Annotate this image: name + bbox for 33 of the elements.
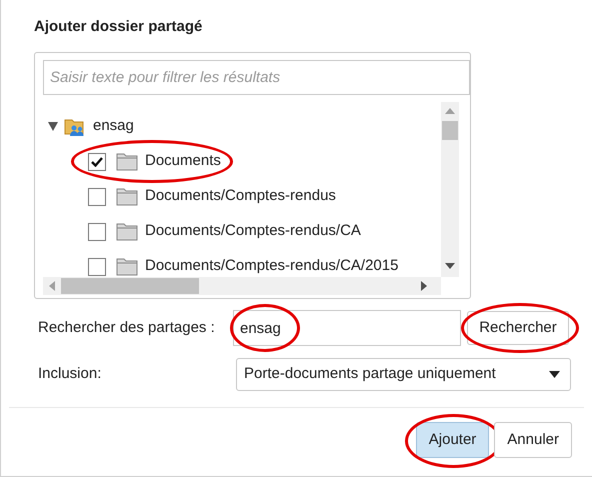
filter-field[interactable]: Saisir texte pour filtrer les résultats <box>43 60 470 95</box>
inclusion-dropdown[interactable]: Porte-documents partage uniquement <box>236 358 571 391</box>
scroll-down-icon[interactable] <box>445 263 455 269</box>
folder-icon <box>116 257 138 276</box>
vertical-scrollbar[interactable] <box>441 102 459 277</box>
add-button[interactable]: Ajouter <box>416 422 490 458</box>
checkbox[interactable] <box>88 152 106 170</box>
folder-icon <box>116 222 138 241</box>
scroll-right-icon[interactable] <box>421 281 427 291</box>
expanded-arrow-icon[interactable] <box>48 122 58 131</box>
checkbox[interactable] <box>88 188 106 206</box>
cancel-button[interactable]: Annuler <box>494 422 572 458</box>
tree-item-label[interactable]: ensag <box>93 115 134 138</box>
tree-item-label[interactable]: Documents/Comptes-rendus <box>145 185 336 208</box>
shared-folder-icon <box>64 116 85 136</box>
search-field[interactable]: ensag <box>233 310 461 346</box>
scroll-left-icon[interactable] <box>49 281 55 291</box>
tree-item-label[interactable]: Documents/Comptes-rendus/CA/2015 <box>145 255 398 277</box>
tree-item-label[interactable]: Documents/Comptes-rendus/CA <box>145 220 361 243</box>
folder-icon <box>116 152 138 171</box>
scroll-thumb[interactable] <box>61 278 199 294</box>
caret-icon <box>549 371 560 378</box>
scroll-up-icon[interactable] <box>445 108 455 114</box>
scroll-thumb[interactable] <box>442 121 458 140</box>
search-button[interactable]: Rechercher <box>467 311 569 345</box>
folder-icon <box>116 187 138 206</box>
dialog-title: Ajouter dossier partagé <box>33 17 204 37</box>
horizontal-scrollbar[interactable] <box>43 277 441 295</box>
field-label: Rechercher des partages : <box>38 318 216 338</box>
field-label: Inclusion: <box>38 364 102 384</box>
tree-item-label[interactable]: Documents <box>145 150 221 173</box>
checkbox[interactable] <box>88 258 106 276</box>
checkbox[interactable] <box>88 222 106 240</box>
